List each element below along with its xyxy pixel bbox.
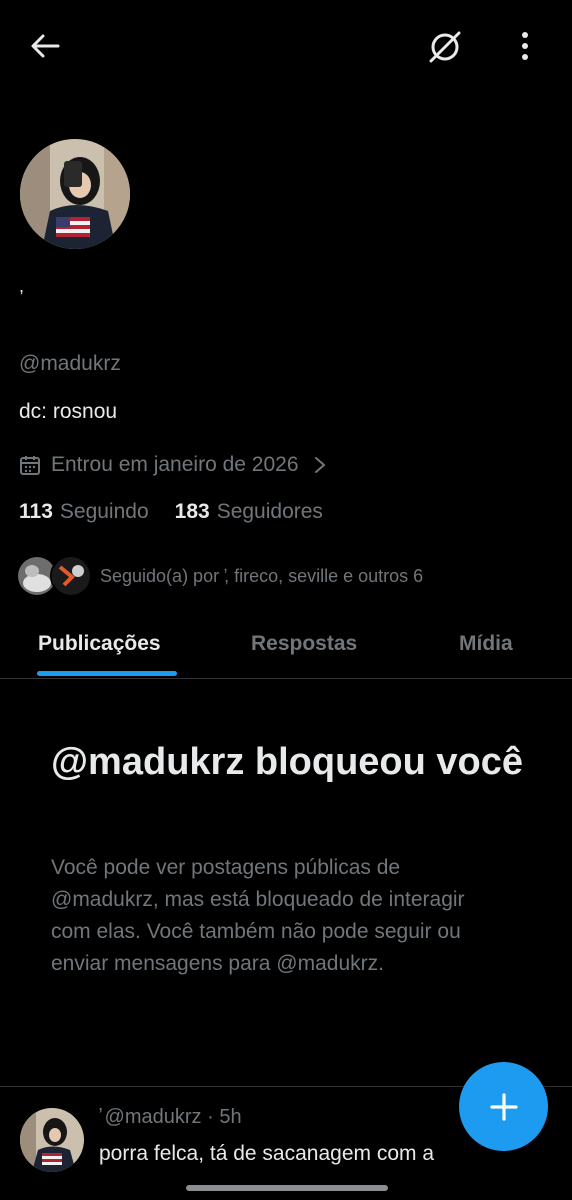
- plus-icon: [489, 1092, 518, 1121]
- post-avatar[interactable]: [20, 1108, 84, 1172]
- profile-tabs: Publicações Respostas Mídia: [0, 610, 572, 679]
- more-vertical-icon: [522, 32, 528, 60]
- joined-date-row[interactable]: Entrou em janeiro de 2026: [19, 450, 327, 480]
- grok-button[interactable]: [422, 24, 468, 70]
- back-button[interactable]: [22, 26, 68, 66]
- tab-publicacoes[interactable]: Publicações: [38, 610, 161, 678]
- joined-date: Entrou em janeiro de 2026: [51, 453, 299, 476]
- chevron-right-icon: [314, 457, 326, 473]
- follower-avatar: [50, 555, 92, 597]
- following-count: 113: [19, 500, 53, 523]
- top-bar: [0, 0, 572, 92]
- display-name: ,: [19, 276, 25, 296]
- calendar-icon: [20, 456, 40, 475]
- followers-label: Seguidores: [216, 500, 323, 523]
- profile-bio: dc: rosnou: [19, 400, 118, 423]
- tab-respostas[interactable]: Respostas: [251, 610, 357, 678]
- active-tab-indicator: [37, 671, 177, 676]
- more-options-button[interactable]: [508, 26, 542, 66]
- followers-link[interactable]: 183 Seguidores: [175, 500, 323, 524]
- post-header: ̛ @madukrz · 5h: [99, 1106, 242, 1128]
- grok-icon: [429, 31, 461, 63]
- home-indicator[interactable]: [186, 1185, 388, 1191]
- profile-handle: @madukrz: [19, 352, 121, 375]
- followers-count: 183: [174, 500, 210, 523]
- follow-stats: 113 Seguindo 183 Seguidores: [19, 500, 323, 524]
- following-label: Seguindo: [59, 500, 149, 523]
- tab-midia[interactable]: Mídia: [459, 610, 513, 678]
- post-text[interactable]: porra felca, tá de sacanagem com a: [99, 1140, 499, 1168]
- arrow-left-icon: [31, 34, 60, 58]
- blocked-title: @madukrz bloqueou você: [51, 741, 524, 783]
- followed-by-row[interactable]: Seguido(a) por ̛, fireco, seville e outr…: [16, 555, 424, 597]
- compose-button[interactable]: [459, 1062, 548, 1151]
- profile-avatar[interactable]: [20, 139, 130, 249]
- following-link[interactable]: 113 Seguindo: [19, 500, 149, 524]
- blocked-message: Você pode ver postagens públicas de @mad…: [51, 856, 465, 975]
- followed-by-text: Seguido(a) por ̛, fireco, seville e outr…: [100, 565, 424, 586]
